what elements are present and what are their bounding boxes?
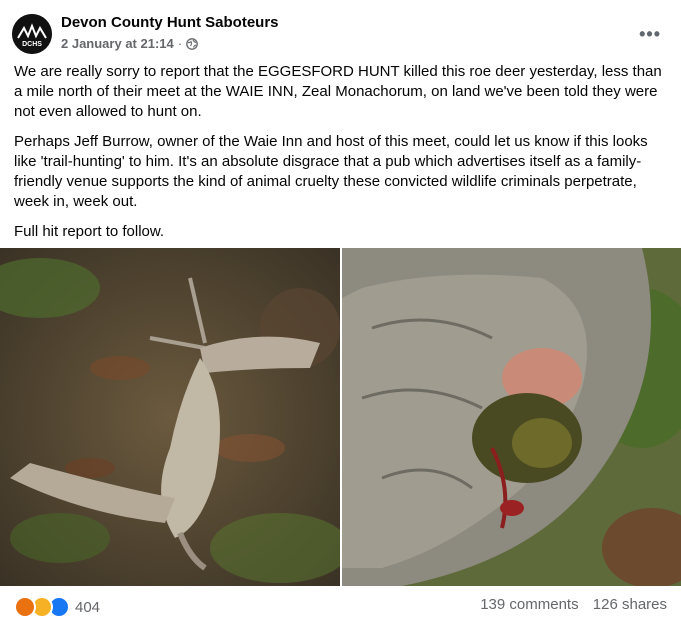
comments-link[interactable]: 139 comments xyxy=(480,596,578,613)
post-text: We are really sorry to report that the E… xyxy=(14,62,667,252)
globe-icon xyxy=(186,38,198,53)
photo-deer-carcass[interactable] xyxy=(0,248,340,586)
more-options-icon[interactable]: ••• xyxy=(639,24,661,45)
post-meta: 2 January at 21:14 · xyxy=(61,36,198,53)
photo-deer-wound[interactable] xyxy=(342,248,681,586)
facebook-post: DCHS Devon County Hunt Saboteurs 2 Janua… xyxy=(0,0,681,628)
author-name[interactable]: Devon County Hunt Saboteurs xyxy=(61,14,279,31)
reaction-summary[interactable]: 404 xyxy=(14,596,100,618)
reaction-count: 404 xyxy=(75,598,101,616)
post-footer: 404 139 comments 126 shares xyxy=(14,594,667,618)
avatar-logo-text: DCHS xyxy=(22,41,42,48)
photo-grid xyxy=(0,248,681,586)
engagement-stats: 139 comments 126 shares xyxy=(480,596,667,613)
shares-link[interactable]: 126 shares xyxy=(593,596,667,613)
meta-separator: · xyxy=(177,36,183,51)
post-paragraph: Full hit report to follow. xyxy=(14,223,165,240)
post-header: DCHS Devon County Hunt Saboteurs 2 Janua… xyxy=(12,12,669,56)
timestamp[interactable]: 2 January at 21:14 xyxy=(61,36,174,51)
page-avatar[interactable]: DCHS xyxy=(12,14,52,54)
post-paragraph: We are really sorry to report that the E… xyxy=(14,63,662,120)
post-paragraph: Perhaps Jeff Burrow, owner of the Waie I… xyxy=(14,133,648,210)
angry-icon xyxy=(14,596,36,618)
